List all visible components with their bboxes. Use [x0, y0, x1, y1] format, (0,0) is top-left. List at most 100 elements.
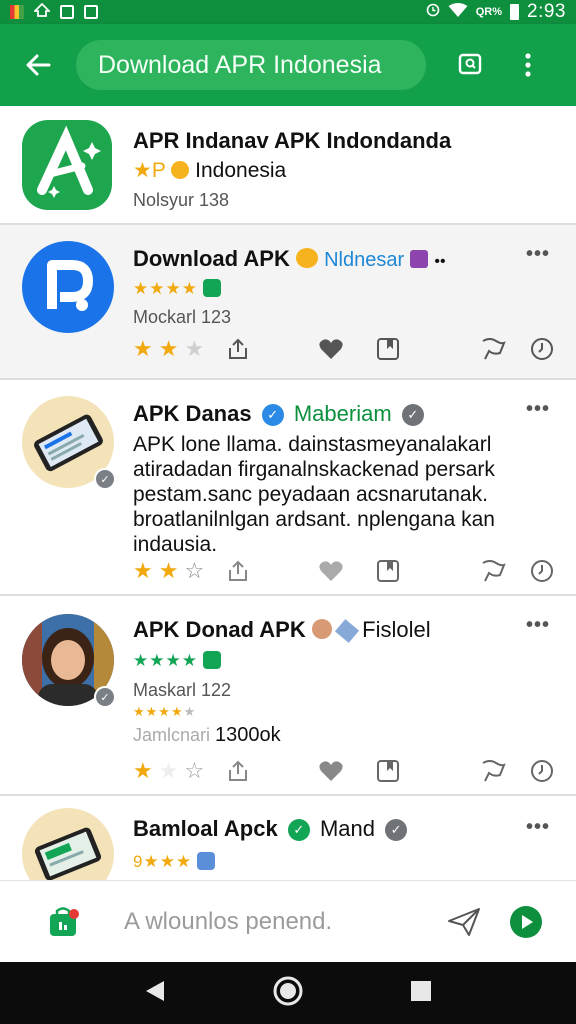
wifi-icon — [448, 2, 468, 22]
play-button[interactable] — [506, 905, 546, 939]
list-item[interactable]: Bamloal Apck ✓ Mand ✓ ••• 9★★★ — [0, 796, 576, 880]
app-shortcut-button[interactable] — [34, 906, 94, 938]
battery-percent: QR% — [475, 6, 503, 18]
star-empty-icon: ☆ — [184, 758, 205, 783]
info-button[interactable] — [530, 558, 554, 584]
item-title: APR Indanav APK Indondanda — [133, 128, 452, 153]
share-button[interactable] — [227, 758, 249, 784]
star-filled-icon: ★ — [133, 558, 153, 583]
clock-icon — [531, 760, 553, 782]
item-overflow-button[interactable]: ••• — [526, 398, 550, 421]
item-tag: Maberiam — [293, 401, 392, 426]
message-input[interactable]: A wlounlos penend. — [124, 908, 394, 936]
back-button[interactable] — [0, 24, 76, 106]
flag-icon — [482, 760, 506, 782]
circle-home-icon — [273, 976, 303, 1005]
rating-stars: 9★★★ — [133, 852, 216, 872]
badge-icon — [203, 651, 222, 669]
emoji-icon — [295, 248, 318, 268]
like-button[interactable] — [318, 758, 344, 784]
clock-icon — [531, 560, 553, 582]
report-button[interactable] — [480, 336, 506, 362]
play-circle-icon — [510, 905, 542, 938]
clock: 2:93 — [527, 1, 566, 22]
share-icon — [229, 560, 247, 581]
search-field[interactable]: Download APR Indonesia — [76, 40, 426, 90]
share-icon — [229, 760, 247, 781]
verified-icon: ✓ — [385, 819, 408, 841]
emoji-icon — [311, 619, 332, 639]
item-count: 1300ok — [215, 724, 281, 746]
action-row: ★ ★ ★ — [133, 336, 557, 362]
bookmark-icon — [377, 760, 399, 782]
store-icon — [458, 53, 482, 75]
secondary-rating: ★★★★★ — [133, 704, 196, 720]
item-tag: Fislolel — [362, 617, 431, 642]
report-button[interactable] — [480, 758, 506, 784]
rating-stars: ★★★★ — [133, 651, 222, 671]
alarm-icon — [426, 3, 440, 21]
shop-icon — [410, 250, 429, 268]
letter-p-app-icon — [22, 241, 114, 333]
star-empty-icon: ★ — [158, 758, 179, 783]
back-arrow-icon — [26, 54, 51, 76]
verified-badge-icon: ✓ — [94, 468, 116, 490]
item-overflow-button[interactable]: ••• — [526, 243, 550, 266]
info-button[interactable] — [530, 758, 554, 784]
send-icon — [448, 907, 480, 936]
phone-app-icon: ✓ — [22, 396, 116, 490]
app-notification-icon — [10, 5, 24, 19]
share-button[interactable] — [227, 336, 249, 362]
badge-icon — [197, 852, 216, 870]
rating-stars-glyphs: ★★★★ — [133, 704, 184, 719]
list-item[interactable]: ✓ APK Donad APK Fislolel ••• ★★★★ Maskar… — [0, 596, 576, 796]
action-row: ★ ★ ☆ — [133, 558, 557, 584]
bookmark-button[interactable] — [376, 558, 400, 584]
like-button[interactable] — [318, 558, 344, 584]
share-button[interactable] — [227, 558, 249, 584]
item-title-text: APK Donad APK — [133, 617, 306, 642]
heart-icon — [319, 561, 343, 581]
list-item[interactable]: APR Indanav APK Indondanda ★P Indonesia … — [0, 106, 576, 225]
more-options-button[interactable] — [498, 24, 558, 106]
heart-icon — [319, 339, 343, 359]
list-item[interactable]: ✓ APK Danas ✓ Maberiam ✓ ••• APK lone ll… — [0, 380, 576, 596]
item-region: Indonesia — [195, 159, 287, 182]
info-button[interactable] — [530, 336, 554, 362]
rating-stars-glyphs: ★★★★ — [133, 651, 198, 670]
nav-recents-button[interactable] — [410, 980, 432, 1007]
rate-stars[interactable]: ★ ★ ☆ — [133, 758, 204, 784]
flag-icon — [482, 338, 506, 360]
rate-stars[interactable]: ★ ★ ★ — [133, 336, 204, 362]
bookmark-button[interactable] — [376, 336, 400, 362]
item-meta-label: Jamlcnari — [133, 725, 211, 745]
star-filled-icon: ★ — [133, 758, 153, 783]
clock-icon — [531, 338, 553, 360]
store-bag-icon — [50, 906, 79, 936]
nav-home-button[interactable] — [273, 976, 303, 1011]
phone-app-icon — [22, 808, 114, 880]
status-bar: QR% 2:93 — [0, 0, 576, 24]
verified-icon: ✓ — [401, 404, 424, 426]
item-tag-extra: •• — [434, 253, 446, 270]
badge-icon — [203, 279, 222, 297]
list-item[interactable]: Download APK Nldnesar •• ••• ★★★★ Mockar… — [0, 225, 576, 380]
send-button[interactable] — [444, 907, 484, 937]
letter-a-app-icon — [22, 120, 112, 210]
nav-back-button[interactable] — [144, 979, 166, 1008]
flag-icon — [482, 560, 506, 582]
rate-stars[interactable]: ★ ★ ☆ — [133, 558, 204, 584]
item-overflow-button[interactable]: ••• — [526, 816, 550, 839]
square-recents-icon — [411, 980, 432, 1001]
item-title: Bamloal Apck ✓ Mand ✓ — [133, 816, 411, 842]
like-button[interactable] — [318, 336, 344, 362]
item-title-text: Download APK — [133, 246, 290, 271]
store-button[interactable] — [442, 24, 498, 106]
system-navigation-bar — [0, 962, 576, 1024]
rating-stars-empty: ★ — [183, 704, 197, 719]
bookmark-button[interactable] — [376, 758, 400, 784]
item-subtitle: ★P Indonesia — [133, 158, 286, 183]
bookmark-icon — [377, 560, 399, 582]
item-overflow-button[interactable]: ••• — [526, 614, 550, 637]
report-button[interactable] — [480, 558, 506, 584]
